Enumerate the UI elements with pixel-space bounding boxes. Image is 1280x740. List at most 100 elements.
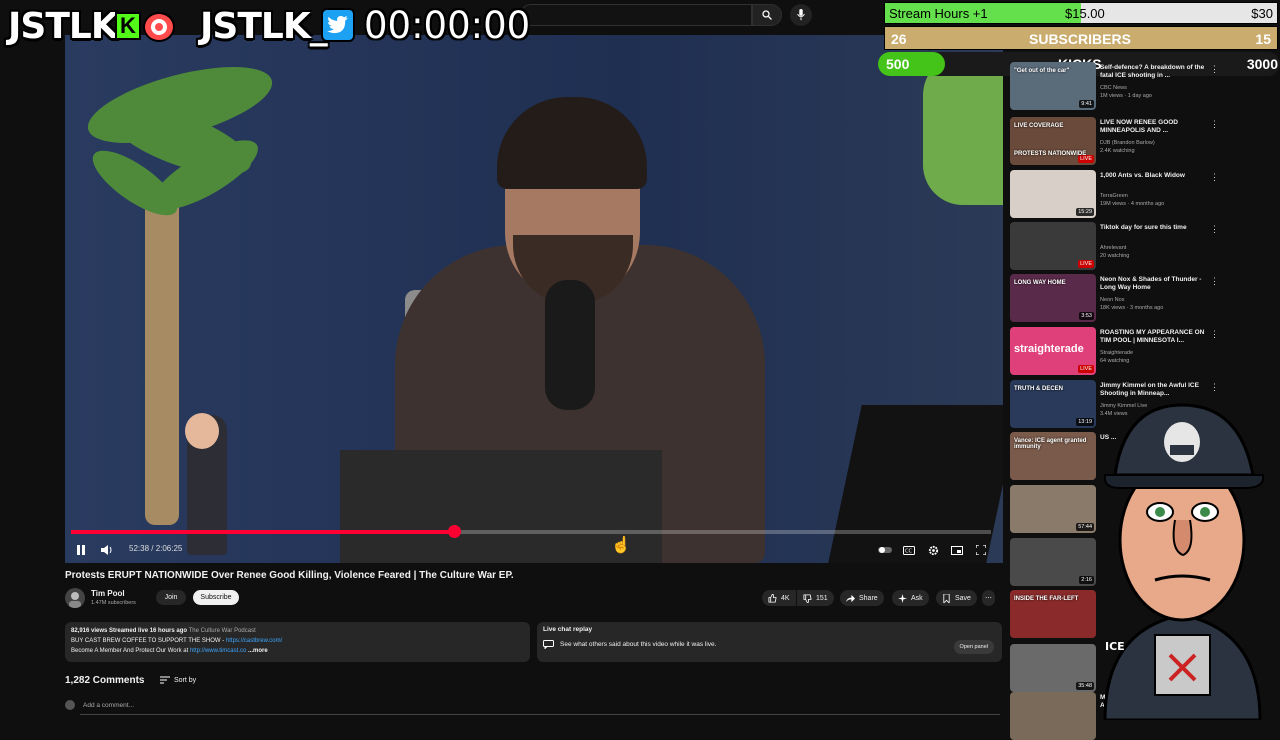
recommendation-item[interactable]: 15:29 1,000 Ants vs. Black Widow TerraGree… bbox=[1010, 170, 1220, 218]
share-button[interactable]: Share bbox=[840, 590, 884, 606]
castbrew-link[interactable]: https://castbrew.com/ bbox=[226, 638, 282, 644]
channel-subscribers: 1.47M subscribers bbox=[91, 600, 136, 606]
goal-subscribers-right: 15 bbox=[1255, 31, 1271, 47]
goal-stream-hours-label: Stream Hours +1 bbox=[889, 6, 988, 21]
recommendation-channel[interactable]: Ahrelevant bbox=[1100, 245, 1126, 251]
captions-icon: CC bbox=[903, 545, 915, 555]
svg-text:ICE: ICE bbox=[1105, 640, 1125, 653]
twitter-icon bbox=[321, 8, 355, 42]
recommendation-meta: 19M views · 4 months ago bbox=[1100, 201, 1165, 207]
recommendation-thumbnail[interactable]: 35:48 bbox=[1010, 644, 1096, 692]
recommendation-thumbnail[interactable]: Vance: ICE agent granted immunity bbox=[1010, 432, 1096, 480]
like-button[interactable]: 4K bbox=[762, 590, 796, 606]
recommendation-thumbnail[interactable]: 13:19 TRUTH & DECEN bbox=[1010, 380, 1096, 428]
join-button[interactable]: Join bbox=[156, 590, 186, 605]
channel-avatar[interactable] bbox=[65, 588, 85, 608]
studio-microphone bbox=[545, 280, 595, 410]
sparkle-icon bbox=[898, 593, 907, 603]
channel-name[interactable]: Tim Pool bbox=[91, 589, 125, 598]
description-line1: BUY CAST BREW COFFEE TO SUPPORT THE SHOW… bbox=[71, 638, 226, 644]
recommendation-thumbnail[interactable] bbox=[1010, 692, 1096, 740]
goal-subscribers-left: 26 bbox=[891, 31, 907, 47]
description-line2: Become A Member And Protect Our Work at bbox=[71, 648, 190, 654]
live-chat-title: Live chat replay bbox=[543, 626, 593, 633]
goal-subscribers: 26 SUBSCRIBERS 15 bbox=[884, 26, 1278, 50]
recommendation-meta: 1M views · 1 day ago bbox=[1100, 93, 1152, 99]
volume-button[interactable] bbox=[97, 540, 117, 560]
more-actions-button[interactable]: ⋯ bbox=[982, 590, 995, 606]
goal-kicks-left: 500 bbox=[886, 56, 910, 72]
more-vert-icon[interactable]: ⋮ bbox=[1210, 119, 1219, 130]
bookmark-icon bbox=[943, 593, 950, 603]
recommendation-thumbnail[interactable]: LIVE straighterade bbox=[1010, 327, 1096, 375]
recommendation-thumbnail[interactable]: 9:41 "Get out of the car" bbox=[1010, 62, 1096, 110]
recommendation-item[interactable]: LIVE LIVE COVERAGE PROTESTS NATIONWIDE LIVE… bbox=[1010, 117, 1220, 165]
more-vert-icon[interactable]: ⋮ bbox=[1210, 172, 1219, 183]
ask-button[interactable]: Ask bbox=[892, 590, 929, 606]
recommendation-title[interactable]: ROASTING MY APPEARANCE ON TIM POOL | MIN… bbox=[1100, 329, 1212, 345]
thumbnail-text: Vance: ICE agent granted immunity bbox=[1014, 438, 1087, 450]
description-more[interactable]: ...more bbox=[248, 648, 268, 654]
thumbnail-text: TRUTH & DECEN bbox=[1014, 386, 1063, 392]
timcast-link[interactable]: http://www.timcast.co bbox=[190, 648, 246, 654]
recommendation-thumbnail[interactable]: LIVE LIVE COVERAGE PROTESTS NATIONWIDE bbox=[1010, 117, 1096, 165]
description-box[interactable]: 82,916 views Streamed live 16 hours ago … bbox=[65, 622, 530, 662]
recommendation-item[interactable]: LIVE Tiktok day for sure this time Ahrelev… bbox=[1010, 222, 1220, 270]
settings-button[interactable] bbox=[923, 540, 943, 560]
recommendation-channel[interactable]: Neon Nox bbox=[1100, 297, 1124, 303]
recommendation-title[interactable]: Self-defence? A breakdown of the fatal I… bbox=[1100, 64, 1212, 80]
dislike-button[interactable]: 151 bbox=[797, 590, 834, 606]
recommendation-title[interactable]: LIVE NOW RENEE GOOD MINNEAPOLIS AND ... bbox=[1100, 119, 1212, 135]
pause-button[interactable] bbox=[71, 540, 91, 560]
stream-goals: Stream Hours +1 $15.00 $30 26 SUBSCRIBER… bbox=[884, 2, 1280, 50]
recommendation-channel[interactable]: Straighterade bbox=[1100, 350, 1133, 356]
recommendation-item[interactable]: LIVE straighterade ROASTING MY APPEARANCE … bbox=[1010, 327, 1220, 375]
recommendation-item[interactable]: 9:41 "Get out of the car" Self-defence? A … bbox=[1010, 62, 1220, 110]
save-button[interactable]: Save bbox=[936, 590, 977, 606]
recommendation-thumbnail[interactable]: 3:53 LONG WAY HOME bbox=[1010, 274, 1096, 322]
search-button[interactable] bbox=[752, 4, 782, 26]
sort-icon bbox=[160, 676, 170, 684]
figurine-head bbox=[185, 413, 219, 449]
description-stats: 82,916 views Streamed live 16 hours ago bbox=[71, 628, 188, 634]
recommendation-thumbnail[interactable]: 15:29 bbox=[1010, 170, 1096, 218]
more-vert-icon[interactable]: ⋮ bbox=[1210, 224, 1219, 235]
recommendation-channel[interactable]: DJB (Brandon Barlow) bbox=[1100, 140, 1155, 146]
recommendation-title[interactable]: Jimmy Kimmel on the Awful ICE Shooting i… bbox=[1100, 382, 1212, 398]
recommendation-title[interactable]: 1,000 Ants vs. Black Widow bbox=[1100, 172, 1212, 180]
thumbnail-text: "Get out of the car" bbox=[1014, 68, 1070, 74]
captions-button[interactable]: CC bbox=[899, 540, 919, 560]
recommendation-item[interactable]: 3:53 LONG WAY HOME Neon Nox & Shades of Th… bbox=[1010, 274, 1220, 322]
recommendation-thumbnail[interactable]: 2:16 bbox=[1010, 538, 1096, 586]
search-input[interactable] bbox=[520, 4, 752, 26]
recommendation-channel[interactable]: CBC News bbox=[1100, 85, 1127, 91]
recommendation-title[interactable]: Neon Nox & Shades of Thunder - Long Way … bbox=[1100, 276, 1212, 292]
mic-icon bbox=[797, 9, 805, 21]
more-vert-icon[interactable]: ⋮ bbox=[1210, 329, 1219, 340]
description-tag[interactable]: The Culture War Podcast bbox=[189, 628, 256, 634]
voice-search-button[interactable] bbox=[790, 4, 812, 26]
seek-bar-handle[interactable] bbox=[447, 525, 461, 538]
add-comment-input[interactable]: Add a comment... bbox=[65, 700, 134, 710]
more-vert-icon[interactable]: ⋮ bbox=[1210, 64, 1219, 75]
thumbnail-text: LIVE COVERAGE bbox=[1014, 123, 1064, 129]
share-icon bbox=[846, 594, 855, 602]
subscribe-button[interactable]: Subscribe bbox=[193, 590, 239, 605]
recommendation-thumbnail[interactable]: 57:44 bbox=[1010, 485, 1096, 533]
open-panel-button[interactable]: Open panel bbox=[953, 640, 994, 654]
more-vert-icon[interactable]: ⋮ bbox=[1210, 382, 1219, 393]
recommendation-channel[interactable]: TerraGreen bbox=[1100, 193, 1128, 199]
video-player[interactable]: 52:38 / 2:06:25 CC ☝ bbox=[65, 35, 1003, 563]
fullscreen-button[interactable] bbox=[971, 540, 991, 560]
seek-bar[interactable] bbox=[71, 525, 991, 538]
dislike-count: 151 bbox=[816, 594, 828, 602]
miniplayer-button[interactable] bbox=[947, 540, 967, 560]
recommendation-thumbnail[interactable]: LIVE bbox=[1010, 222, 1096, 270]
autoplay-toggle[interactable] bbox=[875, 540, 895, 560]
sort-by-button[interactable]: Sort by bbox=[160, 676, 196, 684]
thumbnail-text: LONG WAY HOME bbox=[1014, 280, 1066, 286]
recommendation-thumbnail[interactable]: INSIDE THE FAR-LEFT bbox=[1010, 590, 1096, 638]
recommendation-title[interactable]: Tiktok day for sure this time bbox=[1100, 224, 1212, 232]
player-controls: 52:38 / 2:06:25 CC bbox=[65, 540, 1003, 562]
more-vert-icon[interactable]: ⋮ bbox=[1210, 276, 1219, 287]
